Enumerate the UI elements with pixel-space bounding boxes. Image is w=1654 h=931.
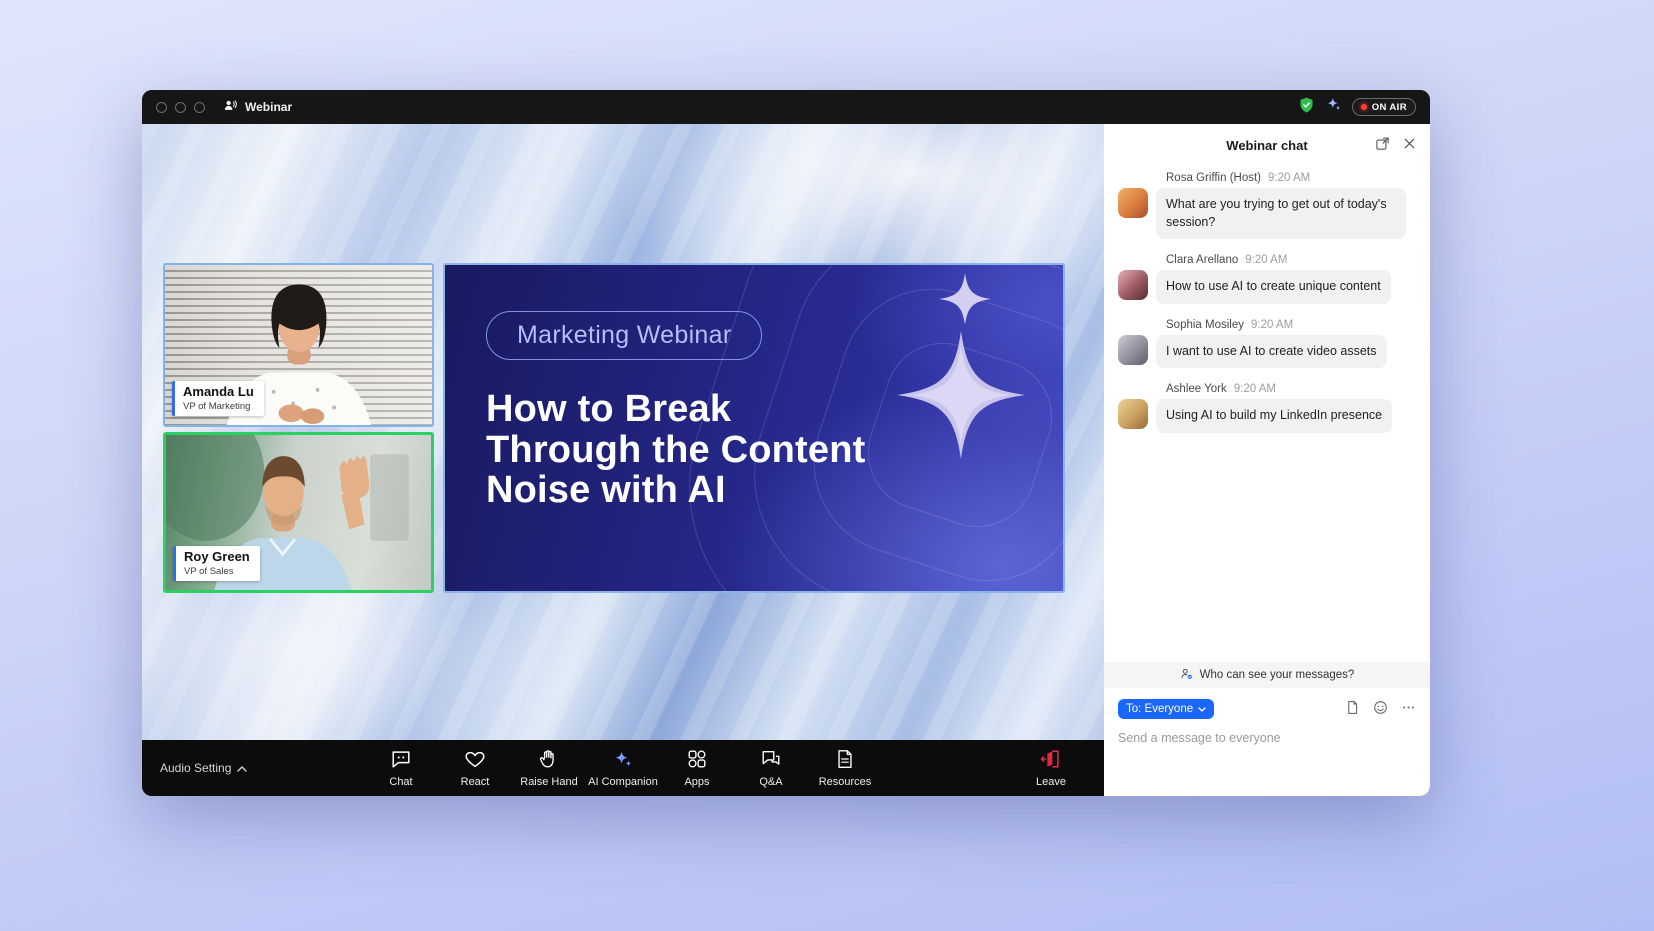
message-bubble: Using AI to build my LinkedIn presence	[1156, 399, 1392, 433]
chat-message: Ashlee York 9:20 AM Using AI to build my …	[1118, 383, 1416, 433]
video-tile-roy: Roy Green VP of Sales	[163, 432, 434, 593]
avatar	[1118, 270, 1148, 300]
app-title: Webinar	[245, 100, 292, 114]
participant-name: Amanda Lu	[183, 385, 254, 400]
leave-door-icon	[1040, 748, 1062, 773]
message-author: Ashlee York	[1166, 383, 1227, 395]
chat-message-list: Rosa Griffin (Host) 9:20 AM What are you …	[1104, 166, 1430, 662]
message-author: Clara Arellano	[1166, 254, 1238, 266]
qa-icon	[760, 748, 782, 773]
attach-file-button[interactable]	[1345, 700, 1360, 718]
resources-button[interactable]: Resources	[808, 744, 882, 792]
pop-out-icon	[1375, 136, 1390, 154]
window-controls	[156, 102, 205, 113]
webinar-stage: Amanda Lu VP of Marketing	[142, 124, 1104, 740]
raise-hand-icon	[538, 748, 560, 773]
nametag-amanda: Amanda Lu VP of Marketing	[172, 381, 264, 416]
window-minimize-button[interactable]	[175, 102, 186, 113]
message-input[interactable]	[1118, 731, 1416, 745]
visibility-person-icon	[1180, 667, 1194, 684]
chat-message: Rosa Griffin (Host) 9:20 AM What are you …	[1118, 172, 1416, 239]
message-author: Rosa Griffin (Host)	[1166, 172, 1261, 184]
ai-companion-sparkle-icon[interactable]	[1325, 96, 1342, 118]
chat-title: Webinar chat	[1226, 138, 1307, 153]
chat-header: Webinar chat	[1104, 124, 1430, 166]
leave-button[interactable]: Leave	[1014, 744, 1088, 792]
participant-name: Roy Green	[184, 550, 250, 565]
security-shield-icon[interactable]	[1298, 96, 1315, 119]
slide-star-decoration	[939, 273, 991, 325]
participant-role: VP of Sales	[184, 566, 250, 577]
heart-icon	[464, 748, 486, 773]
more-options-button[interactable]	[1401, 700, 1416, 718]
audio-setting-button[interactable]: Audio Setting	[160, 761, 247, 775]
pop-out-button[interactable]	[1375, 136, 1390, 154]
webinar-icon	[223, 98, 238, 116]
window-close-button[interactable]	[156, 102, 167, 113]
ellipsis-icon	[1401, 700, 1416, 718]
message-time: 9:20 AM	[1268, 172, 1310, 184]
file-icon	[1345, 700, 1360, 718]
slide-star-decoration	[897, 331, 1025, 459]
meeting-toolbar: Audio Setting Chat React	[142, 740, 1104, 796]
chevron-down-icon	[1198, 703, 1206, 715]
chat-message: Sophia Mosiley 9:20 AM I want to use AI t…	[1118, 319, 1416, 369]
message-bubble: What are you trying to get out of today'…	[1156, 188, 1406, 239]
ai-companion-icon	[612, 748, 634, 773]
nametag-roy: Roy Green VP of Sales	[173, 546, 260, 581]
desktop-background: Webinar ON AIR	[0, 0, 1654, 931]
message-time: 9:20 AM	[1234, 383, 1276, 395]
chat-message: Clara Arellano 9:20 AM How to use AI to c…	[1118, 254, 1416, 304]
ai-companion-button[interactable]: AI Companion	[586, 744, 660, 792]
message-bubble: How to use AI to create unique content	[1156, 270, 1391, 304]
webinar-window: Webinar ON AIR	[142, 90, 1430, 796]
raise-hand-button[interactable]: Raise Hand	[512, 744, 586, 792]
message-author: Sophia Mosiley	[1166, 319, 1244, 331]
message-bubble: I want to use AI to create video assets	[1156, 335, 1387, 369]
apps-icon	[686, 748, 708, 773]
emoji-button[interactable]	[1373, 700, 1388, 718]
avatar	[1118, 399, 1148, 429]
smiley-icon	[1373, 700, 1388, 718]
slide-title: How to Break Through the Content Noise w…	[486, 389, 866, 511]
participant-role: VP of Marketing	[183, 401, 254, 412]
chat-icon	[390, 748, 412, 773]
qa-button[interactable]: Q&A	[734, 744, 808, 792]
window-zoom-button[interactable]	[194, 102, 205, 113]
video-tile-amanda: Amanda Lu VP of Marketing	[163, 263, 434, 427]
avatar	[1118, 335, 1148, 365]
chevron-up-icon	[237, 761, 247, 775]
message-time: 9:20 AM	[1251, 319, 1293, 331]
avatar	[1118, 188, 1148, 218]
titlebar: Webinar ON AIR	[142, 90, 1430, 124]
chat-button[interactable]: Chat	[364, 744, 438, 792]
message-visibility-link[interactable]: Who can see your messages?	[1104, 662, 1430, 688]
webinar-chat-panel: Webinar chat Rosa Griffin (Host) 9:20 AM	[1104, 124, 1430, 796]
close-icon	[1403, 137, 1416, 153]
message-time: 9:20 AM	[1245, 254, 1287, 266]
chat-composer: To: Everyone	[1104, 688, 1430, 796]
close-chat-button[interactable]	[1403, 137, 1416, 153]
react-button[interactable]: React	[438, 744, 512, 792]
shared-slide: Marketing Webinar How to Break Through t…	[443, 263, 1065, 593]
apps-button[interactable]: Apps	[660, 744, 734, 792]
resources-icon	[834, 748, 856, 773]
recipient-selector[interactable]: To: Everyone	[1118, 699, 1214, 719]
on-air-dot	[1361, 104, 1367, 110]
on-air-badge: ON AIR	[1352, 98, 1416, 116]
slide-badge: Marketing Webinar	[486, 311, 762, 360]
